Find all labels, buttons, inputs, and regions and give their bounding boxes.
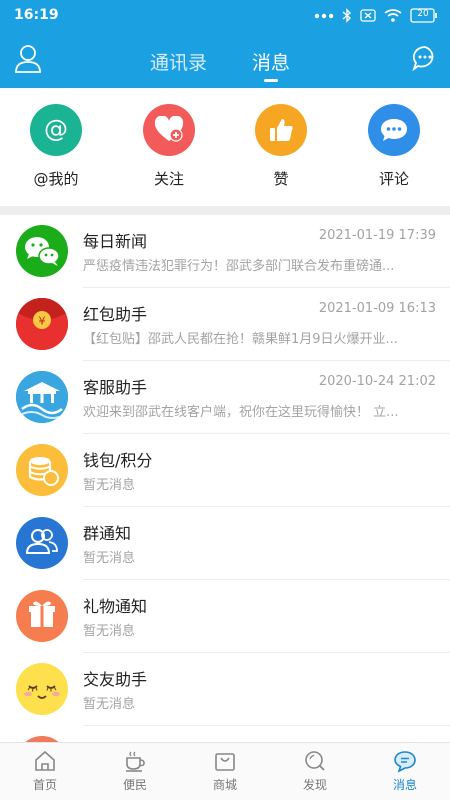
message-title: 礼物通知 (83, 597, 148, 616)
message-title: 交友助手 (83, 670, 148, 689)
group-icon (16, 517, 68, 569)
shopping-bag-icon (195, 749, 255, 773)
tab-messages[interactable]: 消息 (252, 48, 290, 75)
tab-contacts[interactable]: 通讯录 (150, 48, 207, 75)
quick-action-label: 关注 (153, 170, 184, 188)
chat-bubble-icon[interactable] (412, 45, 438, 72)
red-envelope-icon: ¥ (16, 298, 68, 350)
message-title: 群通知 (83, 524, 132, 543)
coins-icon (16, 444, 68, 496)
list-item[interactable]: 钱包/积分 暂无消息 (0, 434, 450, 507)
quick-actions: @ @我的 关注 赞 评论 (0, 88, 450, 206)
nav-item-services[interactable]: 便民 (105, 749, 165, 793)
quick-action-comments[interactable]: 评论 (349, 104, 439, 189)
status-bar: 16:19 20 (0, 0, 450, 32)
cup-icon (105, 749, 165, 773)
home-icon (15, 749, 75, 773)
svg-text:@: @ (44, 115, 68, 143)
profile-icon[interactable] (14, 44, 42, 74)
heart-plus-icon (143, 104, 195, 156)
message-preview: 暂无消息 (83, 478, 136, 493)
quick-action-label: 赞 (273, 170, 289, 188)
nav-item-mall[interactable]: 商城 (195, 749, 255, 793)
message-list: 每日新闻 2021-01-19 17:39 严惩疫情违法犯罪行为！邵武多部门联合… (0, 215, 450, 788)
list-item[interactable]: 群通知 暂无消息 (0, 507, 450, 580)
nav-item-discover[interactable]: 发现 (285, 749, 345, 793)
quick-action-label: @我的 (33, 170, 79, 188)
nav-label: 便民 (122, 778, 147, 792)
list-item[interactable]: 交友助手 暂无消息 (0, 653, 450, 726)
bluetooth-icon (342, 8, 352, 23)
list-item[interactable]: 每日新闻 2021-01-19 17:39 严惩疫情违法犯罪行为！邵武多部门联合… (0, 215, 450, 288)
battery-level: 20 (417, 9, 429, 19)
section-divider (0, 206, 450, 215)
nav-item-home[interactable]: 首页 (15, 749, 75, 793)
message-title: 钱包/积分 (83, 451, 153, 470)
list-item[interactable]: 礼物通知 暂无消息 (0, 580, 450, 653)
discover-icon (285, 749, 345, 773)
message-preview: 欢迎来到邵武在线客户端，祝你在这里玩得愉快！ 立... (83, 405, 399, 420)
message-preview: 严惩疫情违法犯罪行为！邵武多部门联合发布重磅通... (83, 259, 395, 274)
gift-icon (16, 590, 68, 642)
wechat-icon (16, 225, 68, 277)
message-preview: 暂无消息 (83, 624, 136, 639)
more-dots-icon (314, 13, 334, 19)
message-preview: 【红包贴】邵武人民都在抢！赣果鲜1月9日火爆开业... (83, 332, 398, 347)
nav-label: 商城 (212, 778, 237, 792)
at-icon: @ (30, 104, 82, 156)
battery-icon: 20 (410, 8, 438, 23)
active-tab-indicator (264, 79, 278, 82)
nav-label: 首页 (32, 778, 57, 792)
svg-text:¥: ¥ (39, 315, 46, 328)
message-time: 2020-10-24 21:02 (318, 374, 436, 389)
message-icon (375, 749, 435, 773)
quick-action-likes[interactable]: 赞 (236, 104, 326, 189)
smiley-icon (16, 663, 68, 715)
customer-service-icon (16, 371, 68, 423)
message-preview: 暂无消息 (83, 551, 136, 566)
message-title: 客服助手 (83, 378, 148, 397)
message-time: 2021-01-09 16:13 (318, 301, 436, 316)
comment-icon (368, 104, 420, 156)
bottom-nav: 首页 便民 商城 发现 消息 (0, 742, 450, 800)
message-time: 2021-01-19 17:39 (318, 228, 436, 243)
nav-label: 消息 (392, 778, 417, 792)
nav-item-messages[interactable]: 消息 (375, 749, 435, 793)
message-preview: 暂无消息 (83, 697, 136, 712)
quick-action-mentions[interactable]: @ @我的 (11, 104, 101, 189)
status-time: 16:19 (14, 7, 59, 23)
quick-action-label: 评论 (378, 170, 409, 188)
wifi-icon (384, 9, 402, 22)
list-item[interactable]: 客服助手 2020-10-24 21:02 欢迎来到邵武在线客户端，祝你在这里玩… (0, 361, 450, 434)
header: 通讯录 消息 (0, 32, 450, 88)
list-item[interactable]: ¥ 红包助手 2021-01-09 16:13 【红包贴】邵武人民都在抢！赣果鲜… (0, 288, 450, 361)
message-title: 每日新闻 (83, 232, 148, 251)
quick-action-follow[interactable]: 关注 (124, 104, 214, 189)
thumbs-up-icon (255, 104, 307, 156)
sim-icon (360, 9, 376, 22)
status-icons: 20 (314, 8, 438, 23)
message-title: 红包助手 (83, 305, 148, 324)
nav-label: 发现 (302, 778, 327, 792)
